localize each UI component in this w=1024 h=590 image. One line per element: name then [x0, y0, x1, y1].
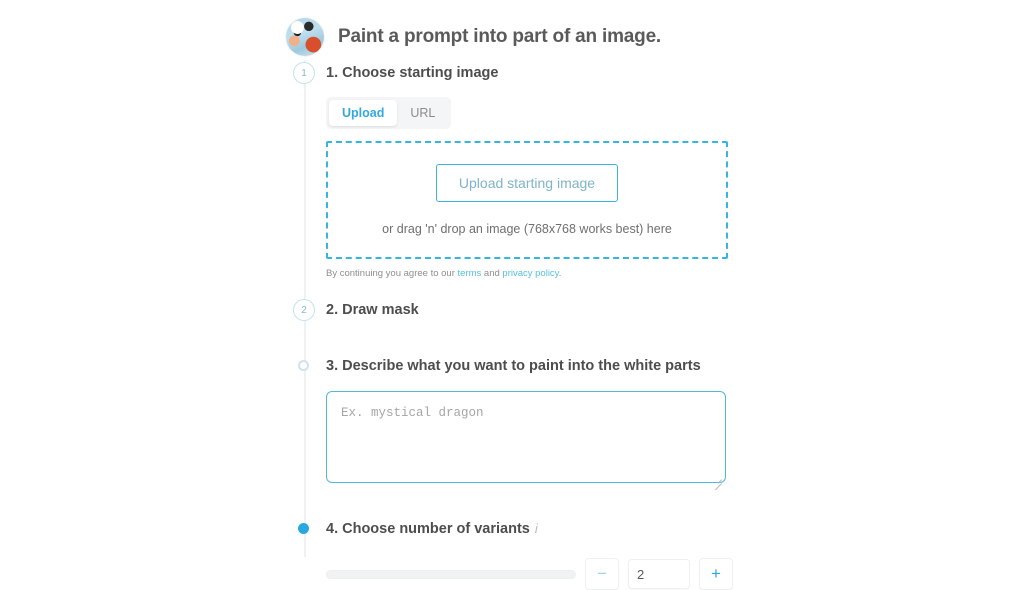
wizard-container: Paint a prompt into part of an image. 1 … — [286, 12, 746, 590]
privacy-policy-link[interactable]: privacy policy — [502, 268, 558, 279]
prompt-textarea-wrapper — [326, 377, 726, 491]
step-4-title: 4. Choose number of variants i — [326, 518, 746, 540]
terms-prefix: By continuing you agree to our — [326, 268, 458, 279]
step-draw-mask: 2 2. Draw mask — [286, 299, 746, 321]
step-marker-4 — [298, 523, 309, 534]
step-choose-variants: 4. Choose number of variants i − + — [286, 518, 746, 590]
prompt-input[interactable] — [326, 391, 726, 483]
image-dropzone[interactable]: Upload starting image or drag 'n' drop a… — [326, 141, 728, 259]
step-marker-2: 2 — [293, 299, 315, 321]
step-describe-prompt: 3. Describe what you want to paint into … — [286, 355, 746, 491]
step-choose-starting-image: 1 1. Choose starting image Upload URL Up… — [286, 62, 746, 279]
tab-url[interactable]: URL — [397, 100, 448, 126]
variants-slider[interactable] — [326, 569, 576, 579]
step-marker-3 — [298, 360, 309, 371]
increment-variants-button[interactable]: + — [699, 558, 733, 590]
page-header: Paint a prompt into part of an image. — [286, 12, 746, 62]
terms-link[interactable]: terms — [458, 268, 482, 279]
step-marker-2-label: 2 — [301, 304, 307, 316]
source-tab-group: Upload URL — [326, 97, 452, 129]
info-icon[interactable]: i — [535, 518, 538, 540]
step-marker-1: 1 — [293, 62, 315, 84]
terms-middle: and — [481, 268, 503, 279]
variants-controls: − + — [326, 558, 746, 590]
page-title: Paint a prompt into part of an image. — [338, 26, 662, 47]
step-4-title-text: 4. Choose number of variants — [326, 521, 530, 537]
app-page: Paint a prompt into part of an image. 1 … — [0, 0, 1024, 590]
step-1-title: 1. Choose starting image — [326, 65, 499, 81]
step-2-title: 2. Draw mask — [326, 302, 419, 318]
dropzone-hint: or drag 'n' drop an image (768x768 works… — [382, 222, 672, 236]
terms-suffix: . — [558, 268, 562, 279]
upload-starting-image-button[interactable]: Upload starting image — [435, 164, 619, 202]
step-3-title: 3. Describe what you want to paint into … — [326, 358, 701, 374]
terms-notice: By continuing you agree to our terms and… — [326, 268, 746, 279]
decrement-variants-button[interactable]: − — [585, 558, 619, 590]
tab-upload[interactable]: Upload — [329, 100, 398, 126]
avatar — [286, 18, 324, 56]
step-marker-1-label: 1 — [301, 67, 307, 79]
